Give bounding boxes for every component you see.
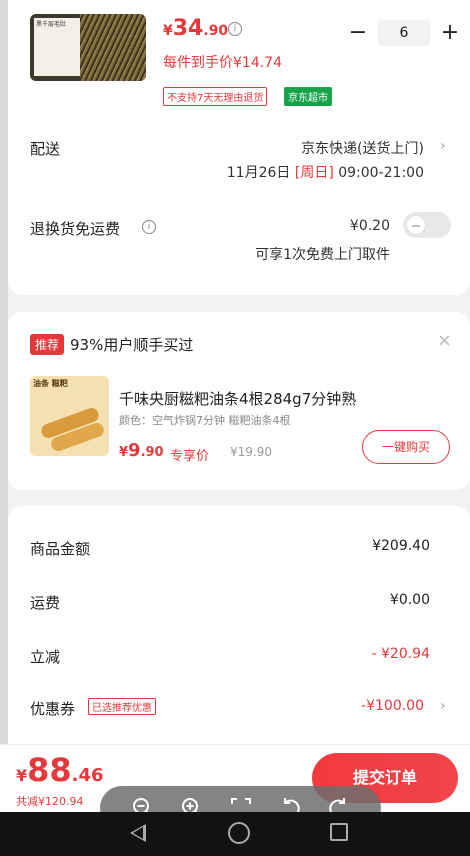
quantity-stepper: − 6 +: [346, 20, 462, 46]
coupon-label[interactable]: 优惠券: [30, 698, 75, 719]
increase-button[interactable]: +: [438, 22, 462, 44]
recommend-title: 93%用户顺手买过: [70, 336, 194, 354]
price-summary-card: 商品金额 ¥209.40 运费 ¥0.00 立减 - ¥20.94 优惠券 已选…: [8, 506, 470, 766]
chevron-right-icon[interactable]: ›: [440, 698, 446, 714]
order-item-card: 黑千层毛肚 ¥34.90 i − 6 + 每件到手价¥14.74 不支持7天无理…: [8, 0, 470, 295]
goods-amount-label: 商品金额: [30, 540, 91, 558]
toggle-knob: [406, 215, 426, 235]
thumbnail-label: 黑千层毛肚: [34, 18, 80, 76]
recommend-product-image[interactable]: 油条 糍粑: [30, 376, 109, 456]
recommendation-card: 推荐 93%用户顺手买过 × 油条 糍粑 千味央厨糍粑油条4根284g7分钟熟 …: [8, 312, 470, 490]
delivery-time[interactable]: 11月26日 [周日] 09:00-21:00: [227, 162, 424, 182]
back-icon[interactable]: [130, 824, 146, 842]
product-thumbnail[interactable]: 黑千层毛肚: [30, 14, 146, 81]
unit-price: 每件到手价¥14.74: [163, 55, 282, 71]
goods-amount-value: ¥209.40: [372, 538, 430, 554]
decrease-button[interactable]: −: [346, 22, 370, 44]
discount-value: - ¥20.94: [371, 646, 431, 662]
thumbnail-food: [80, 14, 146, 81]
original-price: ¥19.90: [230, 445, 272, 459]
exclusive-price-label: 专享价: [170, 449, 210, 464]
recommend-price: ¥9.90: [119, 440, 164, 461]
coupon-badge: 已选推荐优惠: [88, 698, 156, 715]
recommend-product-name[interactable]: 千味央厨糍粑油条4根284g7分钟熟: [119, 388, 356, 409]
return-shipping-label: 退换货免运费: [30, 220, 121, 238]
discount-label: 立减: [30, 648, 61, 666]
chevron-right-icon[interactable]: ›: [440, 138, 446, 154]
no-return-badge: 不支持7天无理由退货: [163, 87, 268, 106]
return-shipping-fee: ¥0.20: [349, 218, 390, 234]
pickup-note: 可享1次免费上门取件: [255, 247, 390, 263]
delivery-method[interactable]: 京东快递(送货上门): [301, 138, 424, 158]
recent-apps-icon[interactable]: [330, 823, 348, 841]
product-price: ¥34.90: [163, 16, 229, 41]
total-price: ¥88.46: [16, 751, 104, 789]
one-click-buy-button[interactable]: 一键购买: [362, 430, 450, 464]
info-icon[interactable]: i: [228, 22, 242, 36]
shipping-label: 运费: [30, 594, 61, 612]
home-icon[interactable]: [228, 822, 250, 844]
coupon-value[interactable]: -¥100.00: [361, 698, 424, 714]
background-strip: [0, 0, 8, 856]
recommend-badge: 推荐: [30, 334, 65, 355]
close-icon[interactable]: ×: [437, 330, 452, 351]
system-navigation-bar: [0, 812, 470, 856]
recommend-variant: 颜色：空气炸锅7分钟 糍粑油条4根: [119, 414, 291, 427]
image-text: 油条 糍粑: [33, 379, 68, 388]
shipping-value: ¥0.00: [389, 592, 430, 608]
jd-supermarket-badge: 京东超市: [284, 87, 332, 106]
info-icon[interactable]: i: [142, 220, 156, 234]
delivery-label: 配送: [30, 140, 61, 158]
total-saved: 共减¥120.94: [16, 795, 84, 808]
return-shipping-toggle[interactable]: [403, 212, 451, 238]
quantity-field[interactable]: 6: [378, 20, 430, 46]
